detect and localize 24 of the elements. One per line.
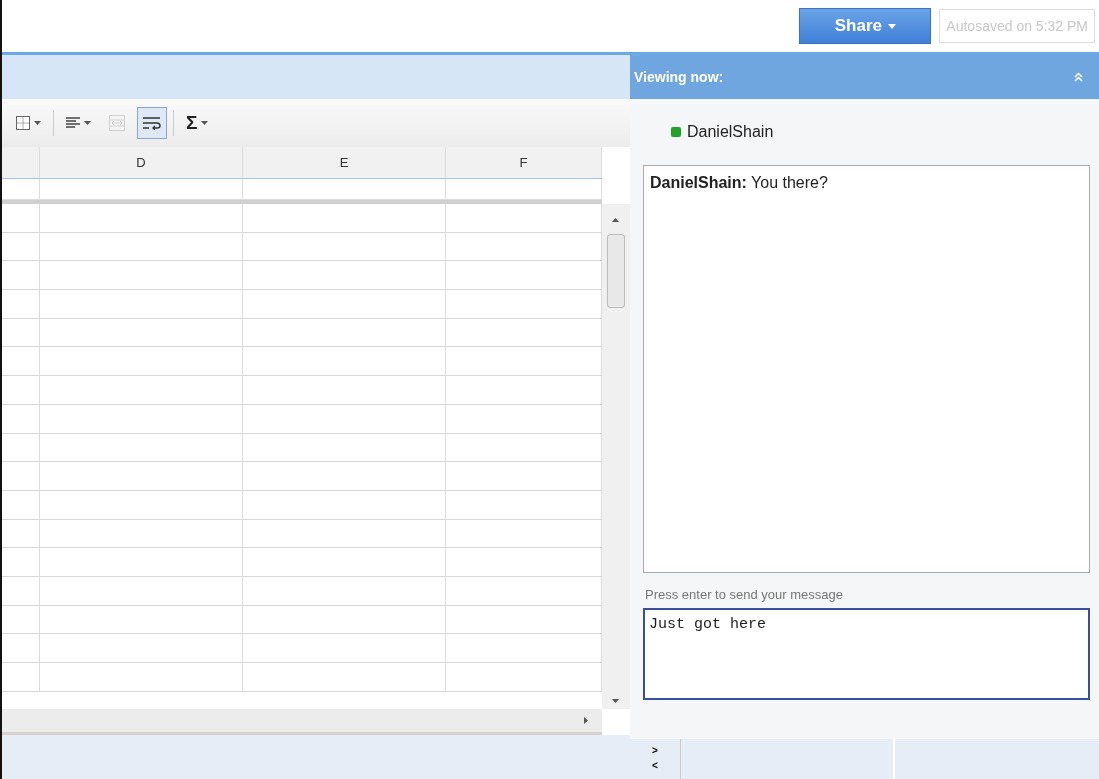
collapse-icon[interactable]: [1074, 72, 1083, 82]
wrap-tool[interactable]: [137, 107, 167, 139]
scroll-thumb[interactable]: [607, 234, 625, 308]
message-field[interactable]: Just got here: [643, 608, 1090, 700]
expand-arrow[interactable]: >: [652, 743, 658, 758]
borders-icon: [16, 116, 30, 130]
merge-cells-icon: [109, 115, 125, 131]
scroll-down-icon[interactable]: [612, 699, 619, 703]
horizontal-scrollbar[interactable]: [2, 709, 602, 735]
caret-icon: [887, 23, 896, 29]
column-header[interactable]: E: [243, 147, 446, 178]
scroll-up-icon[interactable]: [612, 218, 619, 222]
panel-title: Viewing now:: [634, 69, 724, 85]
chat-message: DanielShain: You there?: [650, 174, 829, 192]
sum-tool[interactable]: Σ: [180, 107, 215, 139]
column-header[interactable]: F: [446, 147, 602, 178]
wrap-text-icon: [143, 116, 161, 130]
viewer-name: DanielShain: [687, 123, 774, 141]
scroll-right-icon[interactable]: [584, 717, 588, 724]
align-left-icon: [66, 117, 80, 129]
vertical-scrollbar[interactable]: [602, 204, 630, 709]
column-header[interactable]: D: [40, 147, 243, 178]
expand-arrow[interactable]: <: [652, 758, 658, 773]
input-hint: Press enter to send your message: [645, 587, 844, 602]
